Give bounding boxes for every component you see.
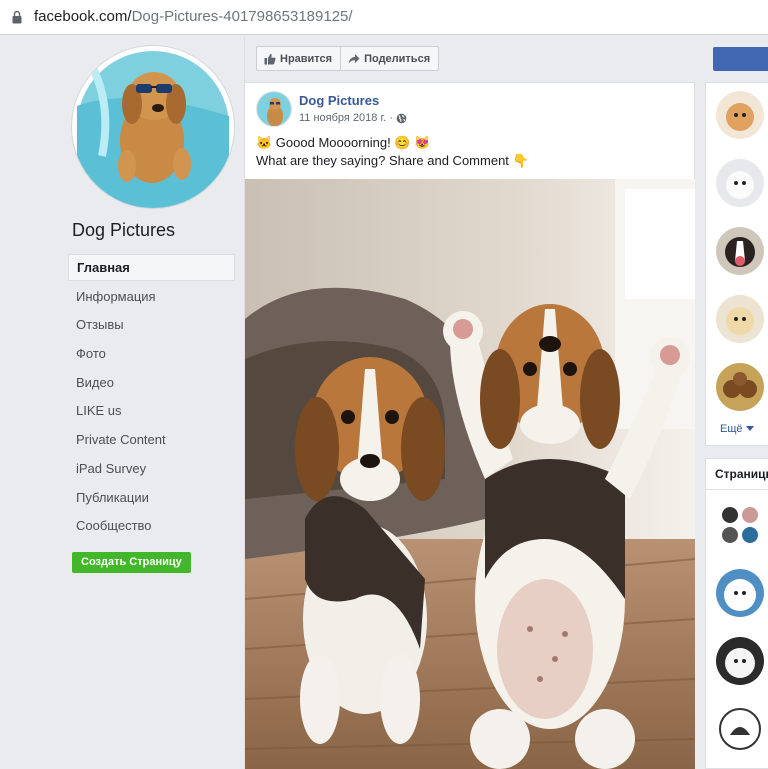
url-text[interactable]: facebook.com/Dog-Pictures-40179865318912…: [34, 8, 353, 25]
animal-lovers-logo-thumb: [716, 705, 764, 753]
pomeranian-thumb: [716, 91, 764, 139]
collage-thumb: [716, 501, 764, 549]
golden-puppy-thumb: [716, 295, 764, 343]
post-date[interactable]: 11 ноября 2018 г.: [299, 112, 386, 124]
page-thumb-3[interactable]: [716, 637, 764, 685]
white-dog-thumb: [716, 637, 764, 685]
nav-item-community[interactable]: Сообщество: [68, 512, 235, 541]
liked-page-thumb-5[interactable]: [716, 363, 764, 411]
liked-page-thumb-1[interactable]: [716, 91, 764, 139]
see-more-link[interactable]: Ещё: [720, 423, 754, 435]
post-avatar-image: [257, 92, 291, 126]
pages-card: Страницы: [705, 458, 768, 769]
like-button-label: Нравится: [280, 52, 333, 65]
nav-item-home[interactable]: Главная: [68, 254, 235, 281]
post-author-avatar[interactable]: [256, 91, 292, 127]
post-meta: 11 ноября 2018 г. ·: [299, 112, 407, 124]
post-photo[interactable]: [245, 179, 695, 769]
page-actions-bar: Нравится Поделиться: [256, 46, 440, 71]
like-button[interactable]: Нравится: [257, 47, 340, 70]
primary-action-button[interactable]: [713, 47, 768, 71]
post-author-name[interactable]: Dog Pictures: [299, 93, 379, 108]
bernese-thumb: [716, 227, 764, 275]
liked-page-thumb-3[interactable]: [716, 227, 764, 275]
share-button-label: Поделиться: [364, 52, 431, 65]
see-more-label: Ещё: [720, 423, 743, 435]
fluffy-dog-thumb: [716, 569, 764, 617]
facebook-page-frame: facebook.com/Dog-Pictures-40179865318912…: [0, 0, 768, 769]
pages-card-title: Страницы: [715, 467, 768, 481]
profile-photo-dog-pool: [77, 51, 229, 208]
monkeys-thumb: [716, 363, 764, 411]
create-page-button[interactable]: Создать Страницу: [72, 552, 191, 573]
nav-item-private-content[interactable]: Private Content: [68, 426, 235, 455]
url-domain: facebook.com/: [34, 8, 132, 25]
nav-item-like-us[interactable]: LIKE us: [68, 397, 235, 426]
page-title[interactable]: Dog Pictures: [72, 220, 175, 241]
liked-page-thumb-2[interactable]: [716, 159, 764, 207]
chevron-down-icon: [745, 426, 754, 431]
share-arrow-icon: [348, 53, 360, 63]
globe-icon[interactable]: [396, 113, 407, 124]
thumbs-up-icon: [264, 53, 276, 64]
page-thumb-1[interactable]: [716, 501, 764, 549]
pages-card-divider: [706, 489, 768, 490]
nav-item-posts[interactable]: Публикации: [68, 484, 235, 513]
address-bar[interactable]: facebook.com/Dog-Pictures-40179865318912…: [0, 0, 768, 35]
nav-item-about[interactable]: Информация: [68, 283, 235, 312]
lock-icon: [12, 10, 22, 24]
liked-page-thumb-4[interactable]: [716, 295, 764, 343]
nav-item-ipad-survey[interactable]: iPad Survey: [68, 455, 235, 484]
nav-item-photos[interactable]: Фото: [68, 340, 235, 369]
post-card: Dog Pictures 11 ноября 2018 г. · 🐱 Goood…: [245, 82, 695, 769]
meta-separator: ·: [389, 112, 393, 124]
left-column: Dog Pictures Главная Информация Отзывы Ф…: [0, 36, 244, 769]
page-nav-menu: Главная Информация Отзывы Фото Видео LIK…: [68, 254, 235, 541]
page-profile-picture[interactable]: [72, 46, 234, 208]
liked-pages-card: Ещё: [705, 82, 768, 446]
nav-item-videos[interactable]: Видео: [68, 369, 235, 398]
share-button[interactable]: Поделиться: [340, 47, 438, 70]
page-thumb-2[interactable]: [716, 569, 764, 617]
page-thumb-4[interactable]: [716, 705, 764, 753]
white-puppy-thumb: [716, 159, 764, 207]
post-text-line-1: 🐱 Goood Moooorning! 😊 😻: [256, 135, 431, 150]
post-text-line-2: What are they saying? Share and Comment …: [256, 153, 529, 168]
nav-item-reviews[interactable]: Отзывы: [68, 311, 235, 340]
beagle-puppies-photo: [245, 179, 695, 769]
url-path: Dog-Pictures-401798653189125/: [131, 8, 353, 25]
